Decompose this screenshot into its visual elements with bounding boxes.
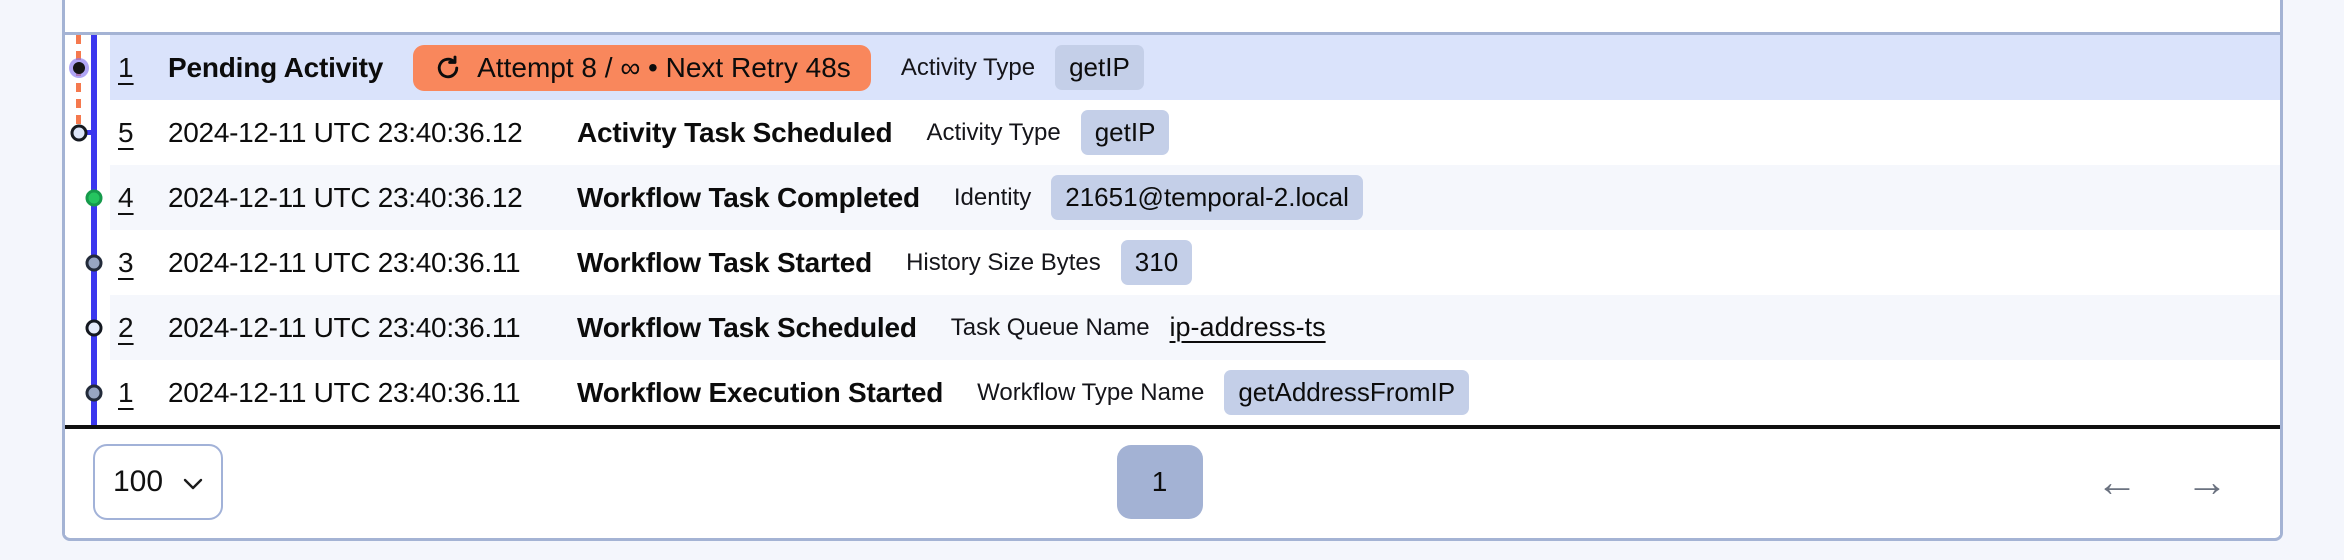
timeline-marker-wf-started	[85, 384, 103, 401]
event-id-link[interactable]: 2	[118, 312, 144, 344]
event-id-link[interactable]: 3	[118, 247, 144, 279]
timeline-line	[91, 35, 97, 425]
attr-value-link[interactable]: ip-address-ts	[1170, 312, 1326, 343]
event-name: Workflow Execution Started	[577, 376, 944, 408]
timeline-marker-wf-scheduled	[85, 319, 103, 336]
page-1-button[interactable]: 1	[1116, 445, 1203, 519]
attr-value-badge: getIP	[1055, 45, 1144, 90]
arrow-left-icon[interactable]: ←	[2096, 461, 2138, 503]
event-row-workflow-execution-started[interactable]: 1 2024-12-11 UTC 23:40:36.11 Workflow Ex…	[110, 360, 2280, 425]
event-id-link[interactable]: 1	[118, 377, 144, 409]
event-timestamp: 2024-12-11 UTC 23:40:36.11	[168, 311, 521, 343]
event-timestamp: 2024-12-11 UTC 23:40:36.11	[168, 376, 521, 408]
event-row-workflow-task-scheduled[interactable]: 2 2024-12-11 UTC 23:40:36.11 Workflow Ta…	[110, 295, 2280, 360]
retry-badge-label: Attempt 8 / ∞ • Next Retry 48s	[477, 51, 851, 83]
retry-icon	[433, 53, 463, 83]
event-id-link[interactable]: 5	[118, 117, 144, 149]
timeline-marker-started	[85, 254, 103, 271]
retry-badge: Attempt 8 / ∞ • Next Retry 48s	[413, 44, 871, 91]
table-header-strip	[65, 0, 2280, 35]
chevron-down-icon	[183, 465, 203, 499]
arrow-right-icon[interactable]: →	[2186, 461, 2228, 503]
attr-value-badge: 21651@temporal-2.local	[1051, 175, 1363, 220]
attr-label: Identity	[953, 183, 1032, 211]
timeline-marker-completed	[85, 189, 103, 206]
event-history-card: 1 Pending Activity Attempt 8 / ∞ • Next …	[62, 0, 2283, 541]
event-id-link[interactable]: 1	[118, 52, 144, 84]
attr-label: History Size Bytes	[906, 248, 1101, 276]
event-row-workflow-task-completed[interactable]: 4 2024-12-11 UTC 23:40:36.12 Workflow Ta…	[110, 165, 2280, 230]
event-name: Workflow Task Completed	[577, 181, 920, 213]
event-name: Workflow Task Started	[577, 246, 873, 278]
event-name: Activity Task Scheduled	[577, 116, 893, 148]
event-row-pending-activity[interactable]: 1 Pending Activity Attempt 8 / ∞ • Next …	[110, 35, 2280, 100]
event-history-table: 1 Pending Activity Attempt 8 / ∞ • Next …	[65, 35, 2280, 425]
pagination-bar: 100 1 ← →	[65, 429, 2280, 535]
attr-value-badge: getAddressFromIP	[1224, 370, 1470, 415]
attr-label: Workflow Type Name	[977, 378, 1205, 406]
page-size-value: 100	[113, 465, 164, 498]
event-row-workflow-task-started[interactable]: 3 2024-12-11 UTC 23:40:36.11 Workflow Ta…	[110, 230, 2280, 295]
page-size-select[interactable]: 100	[93, 444, 224, 520]
attr-value-badge: getIP	[1080, 110, 1170, 155]
attr-value-badge: 310	[1120, 240, 1193, 285]
timeline-marker-pending	[73, 61, 85, 74]
event-timestamp: 2024-12-11 UTC 23:40:36.11	[168, 246, 521, 278]
pagination-arrows: ← →	[2096, 461, 2228, 503]
attr-label: Activity Type	[926, 118, 1061, 146]
timeline-marker-scheduled	[70, 124, 88, 141]
event-timestamp: 2024-12-11 UTC 23:40:36.12	[168, 181, 523, 213]
event-name: Pending Activity	[168, 51, 384, 83]
attr-label: Task Queue Name	[950, 313, 1150, 341]
attr-label: Activity Type	[900, 53, 1036, 81]
event-timestamp: 2024-12-11 UTC 23:40:36.12	[168, 116, 523, 148]
event-name: Workflow Task Scheduled	[577, 311, 917, 343]
event-row-activity-task-scheduled[interactable]: 5 2024-12-11 UTC 23:40:36.12 Activity Ta…	[110, 100, 2280, 165]
event-id-link[interactable]: 4	[118, 182, 144, 214]
